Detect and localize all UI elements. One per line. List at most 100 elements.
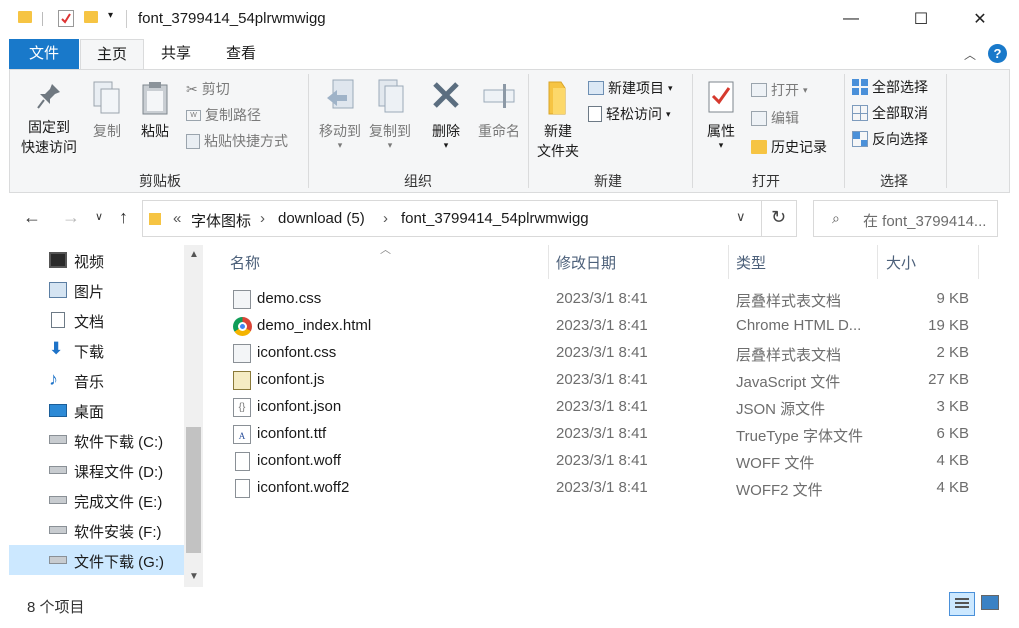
large-icons-view-icon[interactable] [981,595,999,610]
breadcrumb-item[interactable]: download (5) [278,210,365,227]
history-icon [751,140,767,154]
breadcrumb-separator-icon[interactable]: › [260,210,265,227]
file-row[interactable]: iconfont.woff 2023/3/1 8:41 WOFF 文件 4 KB [227,448,987,475]
new-folder-button[interactable]: 新建 文件夹 [532,78,584,161]
search-input[interactable]: 在 font_3799414... [863,210,986,231]
open-icon [751,83,767,97]
chrome-icon [233,317,252,336]
nav-item-music[interactable]: ♪ 音乐 [9,365,184,395]
back-arrow-icon[interactable]: ← [23,207,41,228]
edit-icon [751,110,767,126]
column-header-type[interactable]: 类型 [736,252,766,273]
breadcrumb-overflow[interactable]: « [173,210,181,227]
move-to-button[interactable]: 移动到 ▾ [314,78,366,150]
properties-quick-icon[interactable] [58,10,74,27]
history-button[interactable]: 历史记录 [751,137,827,157]
file-row[interactable]: demo_index.html 2023/3/1 8:41 Chrome HTM… [227,313,987,340]
invert-selection-button[interactable]: 反向选择 [852,129,928,149]
nav-item-videos[interactable]: 视频 [9,245,184,275]
scroll-down-icon[interactable]: ▼ [189,571,199,582]
delete-button[interactable]: 删除 ▾ [426,78,466,150]
new-folder-quick-icon[interactable] [84,11,98,23]
file-type: WOFF 文件 [736,455,815,472]
nav-item-drive-g[interactable]: 文件下载 (G:) [9,545,184,575]
customize-quick-access-icon[interactable]: ▾ [108,10,113,21]
close-button[interactable]: ✕ [957,0,1003,38]
folder-icon[interactable] [18,11,32,23]
address-history-chevron-icon[interactable]: ∨ [736,209,746,225]
file-name: iconfont.json [257,398,342,415]
file-row[interactable]: iconfont.js 2023/3/1 8:41 JavaScript 文件 … [227,367,987,394]
search-icon: ⌕ [832,210,840,226]
recent-locations-chevron-icon[interactable]: ∨ [95,210,103,223]
tab-home[interactable]: 主页 [80,39,144,69]
nav-item-drive-d[interactable]: 课程文件 (D:) [9,455,184,485]
nav-item-drive-f[interactable]: 软件安装 (F:) [9,515,184,545]
file-row[interactable]: iconfont.woff2 2023/3/1 8:41 WOFF2 文件 4 … [227,475,987,502]
drive-icon [49,466,67,474]
file-row[interactable]: A iconfont.ttf 2023/3/1 8:41 TrueType 字体… [227,421,987,448]
column-separator[interactable] [548,245,549,279]
column-separator[interactable] [728,245,729,279]
nav-item-downloads[interactable]: ⬇ 下载 [9,335,184,365]
video-folder-icon [49,252,67,268]
scroll-up-icon[interactable]: ▲ [189,249,199,260]
breadcrumb-separator-icon[interactable]: › [383,210,388,227]
nav-item-desktop[interactable]: 桌面 [9,395,184,425]
collapse-ribbon-icon[interactable]: ︿ [964,46,976,63]
search-box[interactable]: ⌕ 在 font_3799414... [813,200,998,237]
column-separator[interactable] [877,245,878,279]
select-all-button[interactable]: 全部选择 [852,77,928,97]
maximize-button[interactable]: ☐ [898,0,944,38]
nav-item-drive-c[interactable]: 软件下载 (C:) [9,425,184,455]
breadcrumb-item[interactable]: 字体图标 [191,210,251,231]
column-header-name[interactable]: 名称 [230,252,260,273]
nav-scrollbar[interactable]: ▲ ▼ [184,245,203,587]
breadcrumb-item[interactable]: font_3799414_54plrwmwigg [401,210,589,227]
paste-button[interactable]: 粘贴 [134,80,176,141]
file-row[interactable]: {} iconfont.json 2023/3/1 8:41 JSON 源文件 … [227,394,987,421]
navigation-pane: 视频 图片 文档 ⬇ 下载 ♪ 音乐 桌面 软件下载 (C:) 课程文件 (D:… [9,245,204,587]
cut-button[interactable]: ✂ 剪切 [186,79,230,99]
minimize-button[interactable]: — [828,0,874,38]
copy-path-button[interactable]: W 复制路径 [186,105,261,125]
file-row[interactable]: demo.css 2023/3/1 8:41 层叠样式表文档 9 KB [227,286,987,313]
column-header-date[interactable]: 修改日期 [556,252,616,273]
select-none-button[interactable]: 全部取消 [852,103,928,123]
up-arrow-icon[interactable]: ↑ [119,207,128,228]
rename-button[interactable]: 重命名 [472,78,526,141]
rename-icon [483,84,515,108]
file-size: 4 KB [936,479,969,496]
paste-shortcut-icon [186,133,200,149]
refresh-icon[interactable]: ↻ [771,207,786,228]
new-item-button[interactable]: 新建项目 ▾ [588,78,673,98]
tab-share[interactable]: 共享 [146,39,206,69]
pin-label-line2: 快速访问 [21,139,77,155]
copy-to-button[interactable]: 复制到 ▾ [364,78,416,150]
paste-shortcut-button[interactable]: 粘贴快捷方式 [186,131,288,151]
column-header-size[interactable]: 大小 [886,252,916,273]
json-file-icon: {} [233,398,251,417]
tab-view[interactable]: 查看 [208,39,274,69]
edit-button[interactable]: 编辑 [751,108,799,128]
copy-path-label: 复制路径 [205,107,261,123]
nav-item-pictures[interactable]: 图片 [9,275,184,305]
open-button[interactable]: 打开 ▾ [751,80,808,100]
properties-button[interactable]: 属性 ▾ [698,78,744,150]
address-bar[interactable]: « 字体图标 › download (5) › font_3799414_54p… [142,200,797,237]
details-view-icon[interactable] [949,592,975,616]
forward-arrow-icon[interactable]: → [62,207,80,228]
scrollbar-thumb[interactable] [186,427,201,553]
easy-access-button[interactable]: 轻松访问 ▾ [588,104,671,124]
blank-file-icon [235,479,250,498]
nav-item-drive-e[interactable]: 完成文件 (E:) [9,485,184,515]
column-separator[interactable] [978,245,979,279]
nav-item-documents[interactable]: 文档 [9,305,184,335]
help-icon[interactable]: ? [988,44,1007,63]
file-row[interactable]: iconfont.css 2023/3/1 8:41 层叠样式表文档 2 KB [227,340,987,367]
copy-button[interactable]: 复制 [86,80,128,141]
history-label: 历史记录 [771,139,827,155]
pin-label-line1: 固定到 [28,119,70,135]
tab-file[interactable]: 文件 [9,39,79,69]
pin-quick-access-button[interactable]: 固定到 快速访问 [14,82,84,157]
